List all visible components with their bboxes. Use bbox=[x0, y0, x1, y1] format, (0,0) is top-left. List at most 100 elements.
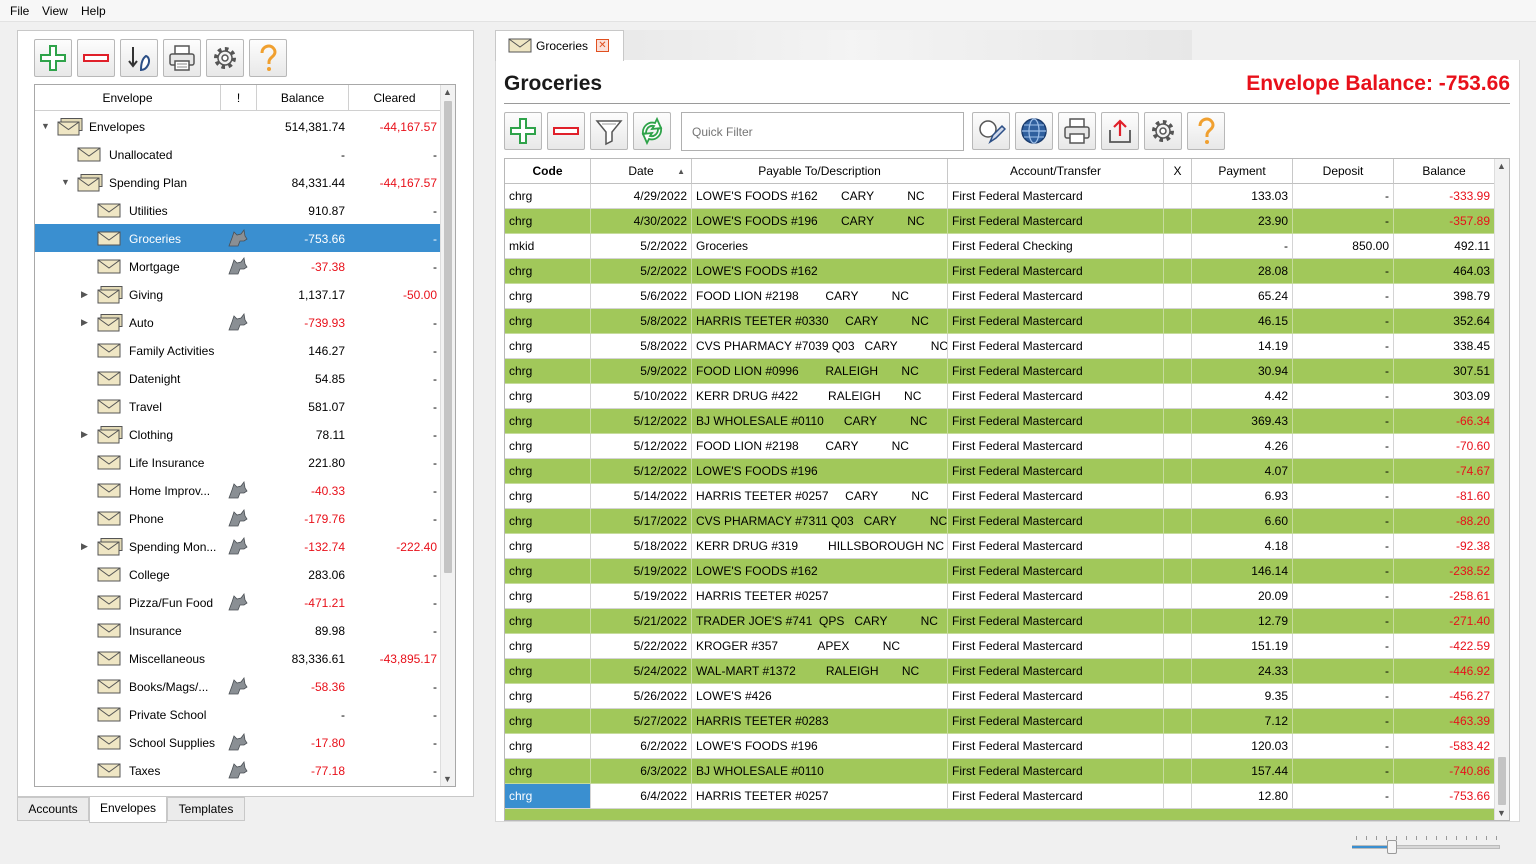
tree-row[interactable]: ▶ Clothing 78.11 - bbox=[35, 420, 441, 448]
cell-balance[interactable]: -463.39 bbox=[1394, 709, 1495, 734]
cell-x[interactable] bbox=[1164, 759, 1192, 784]
table-row[interactable]: chrg 5/8/2022 CVS PHARMACY #7039 Q03 CARY … bbox=[505, 334, 1495, 359]
cell-account[interactable]: First Federal Mastercard bbox=[948, 709, 1164, 734]
cell-date[interactable]: 5/17/2022 bbox=[591, 509, 692, 534]
cell-deposit[interactable]: - bbox=[1293, 734, 1394, 759]
table-row[interactable]: chrg 5/10/2022 KERR DRUG #422 RALEIGH NC Fi… bbox=[505, 384, 1495, 409]
tree-row[interactable]: Travel 581.07 - bbox=[35, 392, 441, 420]
cell-date[interactable]: 5/19/2022 bbox=[591, 584, 692, 609]
cell-payment[interactable]: 4.42 bbox=[1192, 384, 1293, 409]
cell-code[interactable]: mkid bbox=[505, 234, 591, 259]
col-payment-header[interactable]: Payment bbox=[1192, 159, 1293, 184]
cell-account[interactable]: First Federal Mastercard bbox=[948, 309, 1164, 334]
cell-payee[interactable]: CVS PHARMACY #7311 Q03 CARY NC bbox=[692, 509, 948, 534]
tree-row[interactable]: School Supplies -17.80 - bbox=[35, 728, 441, 756]
cell-date[interactable]: 5/12/2022 bbox=[591, 409, 692, 434]
cell-balance[interactable]: -258.61 bbox=[1394, 584, 1495, 609]
cell-balance[interactable]: -357.89 bbox=[1394, 209, 1495, 234]
cell-payment[interactable]: 28.08 bbox=[1192, 259, 1293, 284]
cell-code[interactable]: chrg bbox=[505, 634, 591, 659]
cell-payment[interactable]: 65.24 bbox=[1192, 284, 1293, 309]
cell-account[interactable]: First Federal Mastercard bbox=[948, 634, 1164, 659]
cell-payment[interactable]: 157.44 bbox=[1192, 759, 1293, 784]
table-row[interactable]: chrg 6/3/2022 BJ WHOLESALE #0110 First Fede… bbox=[505, 759, 1495, 784]
cell-code[interactable]: chrg bbox=[505, 734, 591, 759]
cell-date[interactable]: 5/6/2022 bbox=[591, 284, 692, 309]
tree-row[interactable]: Pizza/Fun Food -471.21 - bbox=[35, 588, 441, 616]
tree-row[interactable]: Insurance 89.98 - bbox=[35, 616, 441, 644]
cell-payment[interactable]: 23.90 bbox=[1192, 209, 1293, 234]
tree-scrollbar[interactable]: ▲ ▼ bbox=[440, 85, 455, 786]
cell-payment[interactable]: 146.14 bbox=[1192, 559, 1293, 584]
cell-account[interactable]: First Federal Mastercard bbox=[948, 459, 1164, 484]
cell-payee[interactable]: CVS PHARMACY #7039 Q03 CARY NC bbox=[692, 334, 948, 359]
cell-balance[interactable]: -422.59 bbox=[1394, 634, 1495, 659]
table-row[interactable]: chrg 4/30/2022 LOWE'S FOODS #196 CARY NC Fi… bbox=[505, 209, 1495, 234]
col-payee-header[interactable]: Payable To/Description bbox=[692, 159, 948, 184]
tree-row[interactable]: Home Improv... -40.33 - bbox=[35, 476, 441, 504]
cell-payee[interactable]: LOWE'S FOODS #196 CARY NC bbox=[692, 209, 948, 234]
cell-payee[interactable]: HARRIS TEETER #0257 bbox=[692, 784, 948, 809]
cell-deposit[interactable]: - bbox=[1293, 584, 1394, 609]
col-envelope-header[interactable]: Envelope bbox=[35, 85, 221, 111]
cell-payee[interactable]: LOWE'S #426 bbox=[692, 684, 948, 709]
cell-payment[interactable]: 46.15 bbox=[1192, 309, 1293, 334]
cell-deposit[interactable]: - bbox=[1293, 309, 1394, 334]
table-row[interactable]: chrg 5/24/2022 WAL-MART #1372 RALEIGH NC Fi… bbox=[505, 659, 1495, 684]
expand-open-icon[interactable]: ▼ bbox=[61, 177, 71, 187]
register-help-button[interactable] bbox=[1187, 112, 1225, 150]
tree-row[interactable]: Books/Mags/... -58.36 - bbox=[35, 672, 441, 700]
table-row[interactable]: chrg 4/29/2022 LOWE'S FOODS #162 CARY NC Fi… bbox=[505, 184, 1495, 209]
cell-x[interactable] bbox=[1164, 784, 1192, 809]
expand-closed-icon[interactable]: ▶ bbox=[81, 289, 91, 299]
cell-x[interactable] bbox=[1164, 259, 1192, 284]
col-deposit-header[interactable]: Deposit bbox=[1293, 159, 1394, 184]
cell-account[interactable]: First Federal Mastercard bbox=[948, 509, 1164, 534]
grid-scrollbar[interactable]: ▲ ▼ bbox=[1494, 159, 1509, 820]
cell-payee[interactable]: HARRIS TEETER #0257 bbox=[692, 584, 948, 609]
cell-account[interactable]: First Federal Mastercard bbox=[948, 734, 1164, 759]
cell-payment[interactable]: 20.09 bbox=[1192, 584, 1293, 609]
tree-row[interactable]: Utilities 910.87 - bbox=[35, 196, 441, 224]
cell-date[interactable]: 5/12/2022 bbox=[591, 434, 692, 459]
cell-code[interactable]: chrg bbox=[505, 434, 591, 459]
scroll-up-icon[interactable]: ▲ bbox=[443, 87, 452, 97]
tree-row[interactable]: Groceries -753.66 - bbox=[35, 224, 441, 252]
table-row[interactable]: chrg 5/21/2022 TRADER JOE'S #741 QPS CARY … bbox=[505, 609, 1495, 634]
cell-payment[interactable]: 4.26 bbox=[1192, 434, 1293, 459]
cell-balance[interactable]: 338.45 bbox=[1394, 334, 1495, 359]
cell-balance[interactable]: -238.52 bbox=[1394, 559, 1495, 584]
cell-deposit[interactable]: - bbox=[1293, 434, 1394, 459]
tree-row[interactable]: Phone -179.76 - bbox=[35, 504, 441, 532]
tree-row[interactable]: ▼ Spending Plan 84,331.44 -44,167.57 bbox=[35, 168, 441, 196]
online-button[interactable] bbox=[1015, 112, 1053, 150]
cell-payment[interactable]: 4.07 bbox=[1192, 459, 1293, 484]
cell-x[interactable] bbox=[1164, 584, 1192, 609]
cell-date[interactable]: 5/12/2022 bbox=[591, 459, 692, 484]
menu-view[interactable]: View bbox=[42, 4, 68, 18]
cell-code[interactable]: chrg bbox=[505, 259, 591, 284]
zoom-slider[interactable] bbox=[1352, 830, 1500, 854]
tree-row[interactable]: Datenight 54.85 - bbox=[35, 364, 441, 392]
cell-account[interactable]: First Federal Mastercard bbox=[948, 534, 1164, 559]
cell-account[interactable]: First Federal Mastercard bbox=[948, 684, 1164, 709]
cell-payment[interactable]: - bbox=[1192, 234, 1293, 259]
cell-deposit[interactable]: - bbox=[1293, 334, 1394, 359]
cell-x[interactable] bbox=[1164, 484, 1192, 509]
cell-code[interactable]: chrg bbox=[505, 759, 591, 784]
cell-code[interactable]: chrg bbox=[505, 584, 591, 609]
cell-date[interactable]: 6/2/2022 bbox=[591, 734, 692, 759]
cell-balance[interactable]: 352.64 bbox=[1394, 309, 1495, 334]
cell-code[interactable]: chrg bbox=[505, 484, 591, 509]
cell-balance[interactable]: -456.27 bbox=[1394, 684, 1495, 709]
cell-payment[interactable]: 6.93 bbox=[1192, 484, 1293, 509]
cell-payment[interactable]: 30.94 bbox=[1192, 359, 1293, 384]
cell-balance[interactable]: -70.60 bbox=[1394, 434, 1495, 459]
cell-x[interactable] bbox=[1164, 459, 1192, 484]
cell-deposit[interactable]: - bbox=[1293, 684, 1394, 709]
cell-x[interactable] bbox=[1164, 659, 1192, 684]
col-code-header[interactable]: Code bbox=[505, 159, 591, 184]
add-transaction-button[interactable] bbox=[504, 112, 542, 150]
cell-payee[interactable]: KROGER #357 APEX NC bbox=[692, 634, 948, 659]
cell-balance[interactable]: -583.42 bbox=[1394, 734, 1495, 759]
